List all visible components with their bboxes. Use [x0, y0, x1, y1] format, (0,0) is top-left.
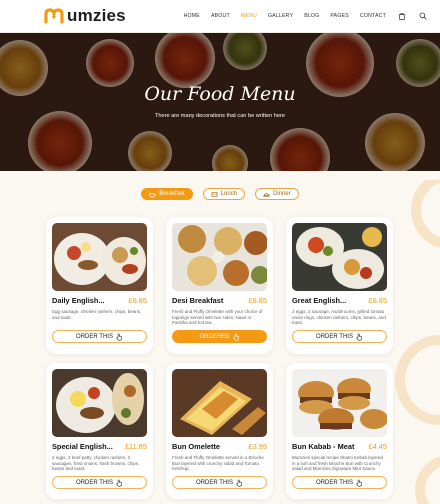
tab-lunch-label: Lunch — [220, 191, 238, 197]
card-description: Mumzies special recipe Shami Kebab layer… — [292, 455, 384, 472]
card-price: £3.95 — [248, 442, 268, 451]
food-photo — [172, 369, 267, 437]
lunch-icon — [211, 191, 218, 197]
shopping-bag-icon[interactable] — [397, 11, 407, 21]
nav-gallery[interactable]: GALLERY — [268, 13, 293, 19]
order-button[interactable]: ORDER THIS — [292, 476, 387, 489]
card-price: £8.85 — [248, 296, 268, 305]
tab-breakfast-label: Breakfast — [159, 191, 185, 197]
food-photo — [172, 223, 267, 291]
card-description: Fresh and Fluffy Omelette with your choi… — [172, 309, 263, 326]
search-icon[interactable] — [418, 11, 428, 21]
nav-blog[interactable]: BLOG — [304, 13, 319, 19]
tab-dinner[interactable]: Dinner — [255, 188, 299, 200]
menu-card: Desi Breakfast £8.85 Fresh and Fluffy Om… — [166, 217, 273, 354]
card-title: Desi Breakfast — [172, 296, 224, 305]
pointer-hand-icon — [116, 333, 122, 341]
pointer-hand-icon — [236, 479, 242, 487]
card-description: 2 eggs, 2 sausage, mushrooms, grilled to… — [292, 309, 386, 326]
card-description: 2 eggs, 2 beef patty, chicken rashers, 2… — [52, 455, 140, 472]
nav-contact[interactable]: CONTACT — [360, 13, 386, 19]
tab-lunch[interactable]: Lunch — [202, 188, 246, 200]
nav-home[interactable]: HOME — [184, 13, 200, 19]
main-nav: HOME ABOUT MENU GALLERY BLOG PAGES CONTA… — [173, 11, 428, 21]
menu-card: Special English... £11.85 2 eggs, 2 beef… — [46, 363, 153, 499]
card-price: £11.85 — [124, 442, 147, 451]
site-header: umzies HOME ABOUT MENU GALLERY BLOG PAGE… — [0, 0, 440, 33]
ordered-button[interactable]: ORDERED — [172, 330, 267, 343]
tab-breakfast[interactable]: Breakfast — [141, 188, 193, 200]
nav-pages[interactable]: PAGES — [330, 13, 349, 19]
order-button[interactable]: ORDER THIS — [292, 330, 387, 343]
order-button-label: ORDER THIS — [316, 333, 353, 340]
menu-card: Bun Kabab - Meat £4.45 Mumzies special r… — [286, 363, 393, 499]
order-button-label: ORDER THIS — [196, 479, 233, 486]
food-photo — [52, 223, 147, 291]
card-title: Daily English... — [52, 296, 105, 305]
hero-subtitle: There are many decorations that can be w… — [155, 113, 285, 119]
order-button[interactable]: ORDER THIS — [52, 330, 147, 343]
menu-category-tabs: Breakfast Lunch Dinner — [0, 188, 440, 200]
card-title: Bun Kabab - Meat — [292, 442, 355, 451]
card-description: Fresh and Fluffy Omelette served in a Br… — [172, 455, 264, 472]
logo-text: umzies — [67, 6, 126, 25]
food-photo — [52, 369, 147, 437]
hero-title: Our Food Menu — [144, 83, 296, 105]
order-button-label: ORDERED — [199, 333, 230, 340]
card-price: £4.45 — [368, 442, 388, 451]
dinner-icon — [263, 192, 270, 197]
menu-card: Great English... £8.85 2 eggs, 2 sausage… — [286, 217, 393, 354]
pointer-hand-icon — [232, 333, 239, 341]
nav-about[interactable]: ABOUT — [211, 13, 230, 19]
order-button[interactable]: ORDER THIS — [172, 476, 267, 489]
logo[interactable]: umzies — [44, 6, 126, 26]
order-button-label: ORDER THIS — [316, 479, 353, 486]
food-photo — [292, 223, 387, 291]
tab-dinner-label: Dinner — [273, 191, 291, 197]
card-title: Special English... — [52, 442, 113, 451]
order-button-label: ORDER THIS — [76, 333, 113, 340]
card-title: Bun Omelette — [172, 442, 221, 451]
hero-banner: Our Food Menu There are many decorations… — [0, 33, 440, 171]
logo-mark-icon — [44, 8, 64, 24]
pointer-hand-icon — [116, 479, 122, 487]
order-button-label: ORDER THIS — [76, 479, 113, 486]
card-title: Great English... — [292, 296, 347, 305]
card-price: £8.85 — [368, 296, 388, 305]
menu-card: Bun Omelette £3.95 Fresh and Fluffy Omel… — [166, 363, 273, 499]
pointer-hand-icon — [356, 333, 362, 341]
pointer-hand-icon — [356, 479, 362, 487]
card-price: £6.85 — [128, 296, 148, 305]
menu-card: Daily English... £6.85 Egg sausage, chic… — [46, 217, 153, 354]
card-description: Egg sausage, chicken rashers, chips, bea… — [52, 309, 142, 320]
order-button[interactable]: ORDER THIS — [52, 476, 147, 489]
nav-menu[interactable]: MENU — [241, 13, 257, 19]
food-photo — [292, 369, 387, 437]
breakfast-icon — [149, 192, 157, 197]
